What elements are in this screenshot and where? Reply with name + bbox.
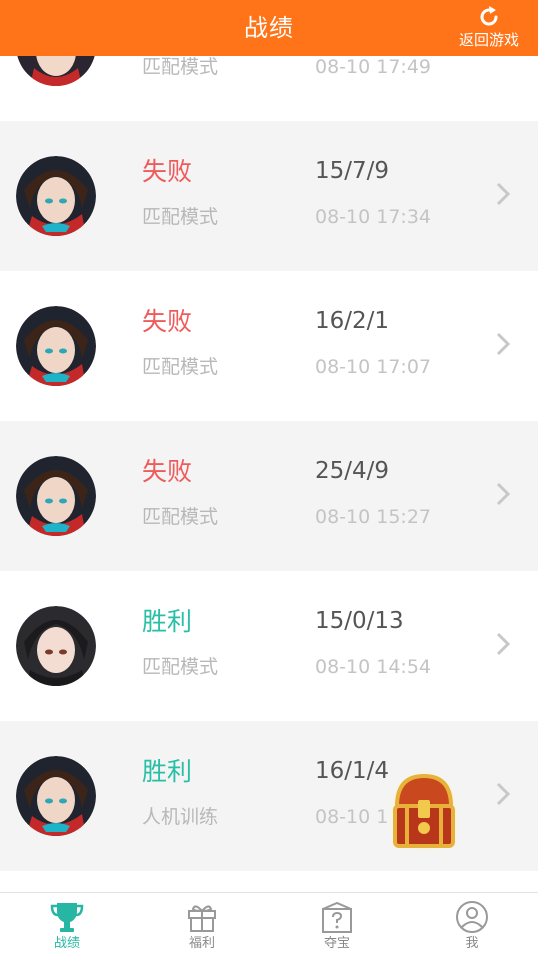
bottom-tab-bar: 战绩 福利 夺宝 我 (0, 892, 538, 960)
match-kda: 25/4/9 (315, 458, 390, 484)
chevron-right-icon (496, 182, 510, 206)
tab-records[interactable]: 战绩 (27, 901, 107, 953)
match-mode: 匹配模式 (142, 656, 219, 678)
match-kda: 16/1/4 (315, 758, 390, 784)
hero-avatar (16, 56, 96, 86)
match-result: 失败 (142, 457, 193, 486)
match-mode: 匹配模式 (142, 356, 219, 378)
match-result: 胜利 (142, 607, 193, 636)
match-mode: 匹配模式 (142, 206, 219, 228)
tab-me[interactable]: 我 (432, 901, 512, 953)
tab-label: 战绩 (53, 936, 80, 951)
chevron-right-icon (496, 482, 510, 506)
gift-icon (188, 905, 216, 932)
refresh-icon (480, 6, 498, 26)
match-time: 08-10 17:34 (315, 206, 432, 228)
hero-avatar (16, 606, 96, 686)
chevron-right-icon (496, 332, 510, 356)
trophy-icon (50, 903, 84, 932)
match-kda: 15/7/9 (315, 158, 390, 184)
tab-label: 我 (465, 936, 479, 951)
match-mode: 匹配模式 (142, 506, 219, 528)
hero-avatar (16, 306, 96, 386)
chevron-right-icon (496, 782, 510, 806)
hero-avatar (16, 456, 96, 536)
match-row[interactable]: 胜利 匹配模式 15/0/13 08-10 14:54 (0, 571, 538, 721)
match-time: 08-10 1 (315, 806, 389, 828)
treasure-chest-icon[interactable] (385, 766, 463, 858)
match-mode: 匹配模式 (142, 56, 219, 78)
match-result: 失败 (142, 157, 193, 186)
match-mode: 人机训练 (142, 806, 219, 828)
match-result: 失败 (142, 307, 193, 336)
user-icon (456, 901, 488, 933)
tab-label: 福利 (188, 936, 215, 951)
match-time: 08-10 17:07 (315, 356, 432, 378)
match-kda: 15/0/13 (315, 608, 404, 634)
match-result: 胜利 (142, 757, 193, 786)
chevron-right-icon (496, 632, 510, 656)
back-to-game-button[interactable]: 返回游戏 (452, 3, 526, 55)
back-to-game-label: 返回游戏 (458, 31, 519, 49)
hero-avatar (16, 156, 96, 236)
match-kda: 16/2/1 (315, 308, 390, 334)
match-time: 08-10 14:54 (315, 656, 432, 678)
match-time: 08-10 17:49 (315, 56, 432, 78)
tab-welfare[interactable]: 福利 (162, 901, 242, 953)
match-row[interactable]: 失败 匹配模式 16/2/1 08-10 17:07 (0, 271, 538, 421)
tab-treasure[interactable]: 夺宝 (297, 901, 377, 953)
match-row[interactable]: 失败 匹配模式 25/4/9 08-10 15:27 (0, 421, 538, 571)
mystery-box-icon (322, 901, 352, 933)
hero-avatar (16, 756, 96, 836)
match-row-partial[interactable]: 匹配模式 08-10 17:49 (0, 56, 538, 121)
tab-label: 夺宝 (323, 936, 350, 951)
match-row[interactable]: 失败 匹配模式 15/7/9 08-10 17:34 (0, 121, 538, 271)
match-time: 08-10 15:27 (315, 506, 432, 528)
app-header: 战绩 返回游戏 (0, 0, 538, 56)
